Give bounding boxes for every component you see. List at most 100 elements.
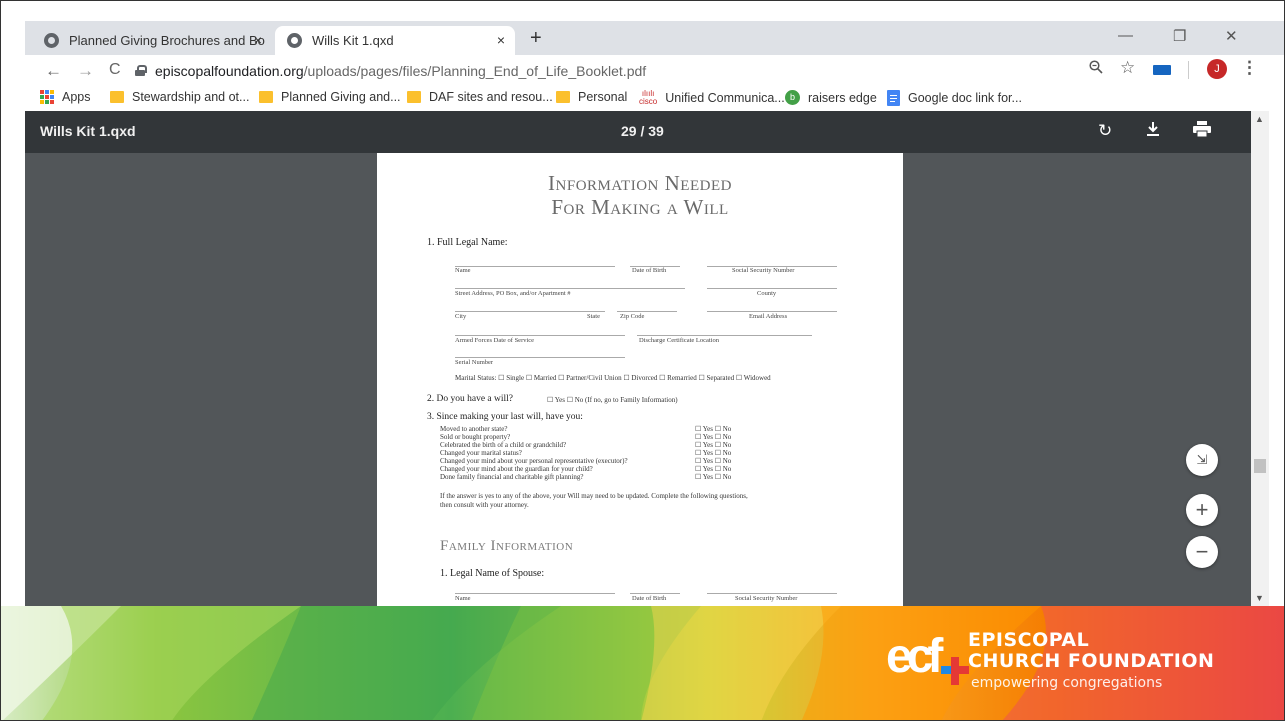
tab-planned-giving[interactable]: Planned Giving Brochures and Bo × — [32, 26, 272, 55]
bookmark-google-doc[interactable]: Google doc link for... — [887, 90, 1022, 106]
have-will-options[interactable]: ☐ Yes ☐ No (If no, go to Family Informat… — [547, 396, 678, 404]
bookmark-unified-communications[interactable]: ılıılı cisco Unified Communica... — [639, 90, 785, 106]
field-line — [707, 311, 837, 312]
field-line — [455, 288, 685, 289]
question-have-will: 2. Do you have a will? — [427, 394, 514, 404]
print-icon[interactable] — [1193, 121, 1211, 142]
toolbar-divider — [1188, 61, 1189, 79]
field-label-ssn: Social Security Number — [732, 267, 795, 274]
field-label-spouse-dob: Date of Birth — [632, 595, 667, 602]
yes-no-checkboxes[interactable]: ☐ Yes ☐ No — [695, 441, 731, 449]
new-tab-button[interactable]: + — [530, 27, 542, 50]
folder-icon — [259, 91, 273, 103]
forward-button[interactable]: → — [77, 61, 94, 81]
field-line — [707, 288, 837, 289]
bookmark-folder-daf[interactable]: DAF sites and resou... — [407, 90, 553, 104]
field-label-spouse-ssn: Social Security Number — [735, 595, 798, 602]
folder-icon — [110, 91, 124, 103]
tab-strip: Planned Giving Brochures and Bo × Wills … — [25, 21, 1284, 55]
tab-label: Wills Kit 1.qxd — [312, 33, 394, 48]
bookmark-apps[interactable]: Apps — [40, 90, 91, 104]
field-label-email: Email Address — [749, 313, 788, 320]
restore-button[interactable]: ❐ — [1173, 27, 1186, 45]
profile-avatar[interactable]: J — [1207, 59, 1227, 79]
field-label-spouse-name: Name — [455, 595, 471, 602]
bookmark-label: Unified Communica... — [665, 91, 785, 105]
scrollbar-thumb[interactable] — [1254, 459, 1266, 473]
ecf-logo-letters: ecf — [886, 630, 943, 683]
section-family-information: Family Information — [440, 538, 574, 554]
url-text: episcopalfoundation.org/uploads/pages/fi… — [155, 63, 646, 79]
bookmark-label: Stewardship and ot... — [132, 90, 250, 104]
slide-frame: Planned Giving Brochures and Bo × Wills … — [0, 0, 1285, 721]
apps-grid-icon — [40, 90, 54, 104]
q3-item: Sold or bought property? — [440, 433, 511, 441]
rotate-icon[interactable]: ↻ — [1098, 121, 1112, 141]
page-heading-line-2: For Making a Will — [551, 195, 729, 219]
yes-no-checkboxes[interactable]: ☐ Yes ☐ No — [695, 449, 731, 457]
field-line — [455, 357, 625, 358]
bookmark-label: Personal — [578, 90, 628, 104]
scroll-down-arrow[interactable]: ▼ — [1255, 593, 1264, 603]
cross-icon — [941, 657, 969, 685]
tagline: empowering congregations — [971, 675, 1163, 691]
yes-no-checkboxes[interactable]: ☐ Yes ☐ No — [695, 473, 731, 481]
bookmark-folder-planned-giving[interactable]: Planned Giving and... — [259, 90, 401, 104]
q3-item: Celebrated the birth of a child or grand… — [440, 441, 567, 449]
folder-icon — [556, 91, 570, 103]
bookmark-folder-stewardship[interactable]: Stewardship and ot... — [110, 90, 249, 104]
page-indicator[interactable]: 29 / 39 — [621, 123, 664, 139]
marital-status-options[interactable]: Marital Status: ☐ Single ☐ Married ☐ Par… — [455, 374, 771, 382]
bookmark-label: raisers edge — [808, 90, 877, 105]
tab-label: Planned Giving Brochures and Bo — [69, 33, 265, 48]
field-line — [637, 335, 812, 336]
tab-wills-kit[interactable]: Wills Kit 1.qxd × — [275, 26, 515, 55]
field-label-dob: Date of Birth — [632, 267, 667, 274]
bookmark-raisers-edge[interactable]: b raisers edge — [785, 90, 877, 105]
scroll-up-arrow[interactable]: ▲ — [1255, 114, 1264, 124]
yes-no-checkboxes[interactable]: ☐ Yes ☐ No — [695, 425, 731, 433]
zoom-icon[interactable] — [1089, 60, 1103, 74]
bookmark-label: Google doc link for... — [908, 91, 1022, 105]
fit-to-page-button[interactable]: ⇲ — [1186, 444, 1218, 476]
minimize-button[interactable]: — — [1118, 27, 1133, 44]
bookmarks-bar: Apps Stewardship and ot... Planned Givin… — [25, 87, 1284, 111]
q3-item: Changed your mind about your personal re… — [440, 457, 628, 465]
yes-no-checkboxes[interactable]: ☐ Yes ☐ No — [695, 457, 731, 465]
back-button[interactable]: ← — [45, 61, 62, 81]
tab-close-icon[interactable]: × — [497, 32, 505, 48]
q3-item: Done family financial and charitable gif… — [440, 473, 584, 481]
bookmark-folder-personal[interactable]: Personal — [556, 90, 627, 104]
cisco-icon: ılıılı cisco — [639, 89, 658, 106]
field-label-zip: Zip Code — [620, 313, 645, 320]
folder-icon — [407, 91, 421, 103]
media-extension-icon[interactable] — [1153, 65, 1171, 75]
menu-kebab-icon[interactable]: ⋮ — [1241, 58, 1258, 78]
field-line — [455, 311, 605, 312]
download-icon[interactable] — [1146, 121, 1160, 142]
pdf-page: Information Needed For Making a Will 1. … — [377, 153, 903, 608]
reload-button[interactable]: C — [109, 61, 121, 79]
tab-close-icon[interactable]: × — [254, 32, 262, 48]
zoom-in-button[interactable]: + — [1186, 494, 1218, 526]
url-domain: episcopalfoundation.org — [155, 63, 304, 79]
field-line — [455, 266, 615, 267]
page-heading-line-1: Information Needed — [548, 171, 732, 195]
close-window-button[interactable]: ✕ — [1225, 27, 1238, 45]
globe-icon — [44, 33, 59, 48]
field-label-city: City — [455, 313, 467, 320]
url-path: /uploads/pages/files/Planning_End_of_Lif… — [303, 63, 647, 79]
vertical-scrollbar[interactable]: ▲ ▼ — [1251, 111, 1269, 608]
zoom-out-button[interactable]: − — [1186, 536, 1218, 568]
q3-item: Changed your marital status? — [440, 449, 522, 457]
question-full-legal-name: 1. Full Legal Name: — [427, 237, 508, 248]
bookmark-star-icon[interactable]: ☆ — [1120, 58, 1135, 78]
update-note-line-1: If the answer is yes to any of the above… — [440, 492, 748, 500]
field-label-name: Name — [455, 267, 471, 274]
raisers-edge-icon: b — [785, 90, 800, 105]
yes-no-checkboxes[interactable]: ☐ Yes ☐ No — [695, 465, 731, 473]
org-name-line-2: CHURCH FOUNDATION — [968, 650, 1215, 672]
yes-no-checkboxes[interactable]: ☐ Yes ☐ No — [695, 433, 731, 441]
field-label-street: Street Address, PO Box, and/or Apartment… — [455, 290, 571, 297]
ecf-logo: ecf EPISCOPAL CHURCH FOUNDATION empoweri… — [886, 625, 1214, 715]
